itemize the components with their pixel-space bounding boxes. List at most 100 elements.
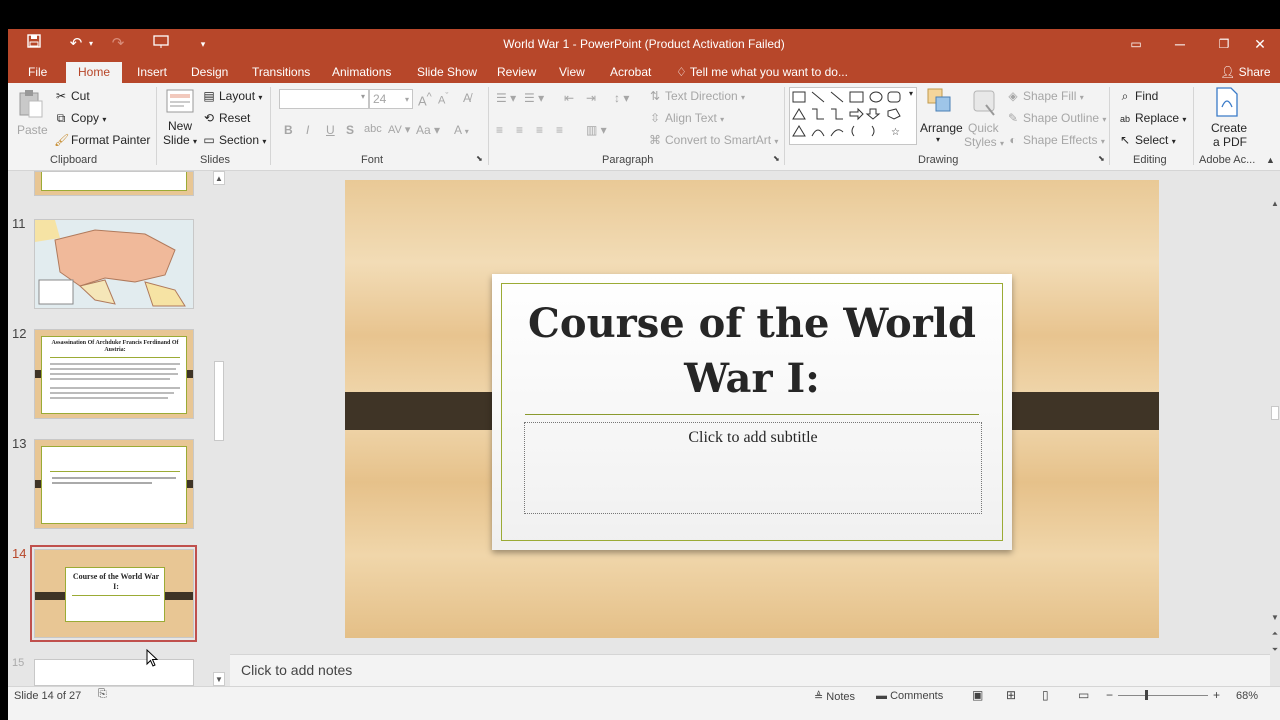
slide-title[interactable]: Course of the World War I:	[502, 296, 1002, 406]
strikethrough-icon[interactable]: abc	[364, 123, 382, 135]
tab-view[interactable]: View	[557, 62, 587, 83]
tab-insert[interactable]: Insert	[135, 62, 169, 83]
justify-icon[interactable]: ≡	[556, 123, 563, 137]
font-color-icon[interactable]: A ▾	[454, 123, 469, 137]
align-right-icon[interactable]: ≡	[536, 123, 543, 137]
format-painter-button[interactable]: 🖌︎ Format Painter	[54, 133, 150, 147]
find-button[interactable]: ⌕ Find	[1118, 89, 1159, 104]
align-center-icon[interactable]: ≡	[516, 123, 523, 137]
zoom-slider[interactable]	[1118, 695, 1208, 696]
columns-icon[interactable]: ▥ ▾	[586, 123, 607, 137]
scroll-thumb[interactable]	[1271, 406, 1279, 420]
scroll-down-icon[interactable]: ▼	[213, 672, 225, 686]
comments-toggle-button[interactable]: ▬ Comments	[876, 690, 943, 702]
slide-sorter-icon[interactable]: ⊞	[1006, 688, 1016, 702]
collapse-ribbon-icon[interactable]: ▲	[1266, 155, 1275, 165]
shapes-gallery[interactable]: ☆	[789, 87, 917, 145]
slide-thumbnail[interactable]	[34, 659, 194, 686]
tab-animations[interactable]: Animations	[330, 62, 393, 83]
paragraph-dialog-launcher-icon[interactable]: ⬊	[773, 154, 780, 163]
notes-toggle-button[interactable]: ≜ Notes	[814, 690, 855, 703]
increase-font-icon[interactable]: A^	[418, 91, 432, 108]
section-button[interactable]: ▭ Section ▾	[202, 133, 266, 147]
underline-icon[interactable]: U	[326, 123, 335, 137]
notes-pane[interactable]: Click to add notes	[230, 654, 1270, 686]
group-divider	[270, 87, 271, 165]
new-slide-button[interactable]	[166, 87, 194, 118]
convert-smartart-button[interactable]: ⌘ Convert to SmartArt ▾	[648, 133, 778, 147]
arrange-button[interactable]	[926, 87, 954, 118]
create-pdf-button[interactable]	[1214, 87, 1240, 120]
paste-button[interactable]	[18, 89, 44, 122]
tab-home[interactable]: Home	[66, 62, 123, 83]
quick-styles-button[interactable]	[970, 87, 998, 120]
clear-formatting-icon[interactable]: A̸	[463, 91, 471, 105]
current-slide[interactable]: Course of the World War I: Click to add …	[345, 180, 1159, 638]
zoom-level[interactable]: 68%	[1236, 690, 1258, 702]
shape-outline-button[interactable]: ✎ Shape Outline ▾	[1006, 111, 1106, 125]
font-name-box[interactable]: ▾	[279, 89, 369, 109]
maximize-button[interactable]: ❐	[1204, 33, 1244, 55]
shape-effects-button[interactable]: ◐ Shape Effects ▾	[1006, 133, 1104, 147]
align-left-icon[interactable]: ≡	[496, 123, 503, 137]
normal-view-icon[interactable]: ▣	[972, 688, 983, 702]
reading-view-icon[interactable]: ▯	[1042, 688, 1049, 702]
change-case-icon[interactable]: Aa ▾	[416, 123, 440, 137]
tab-acrobat[interactable]: Acrobat	[608, 62, 653, 83]
close-button[interactable]: ✕	[1240, 33, 1280, 55]
spelling-check-icon[interactable]: ⎘	[98, 688, 107, 701]
character-spacing-icon[interactable]: AV ▾	[388, 123, 410, 136]
zoom-in-icon[interactable]: +	[1213, 688, 1220, 702]
decrease-font-icon[interactable]: Aˇ	[438, 91, 448, 107]
subtitle-placeholder[interactable]: Click to add subtitle	[524, 422, 982, 514]
decrease-indent-icon[interactable]: ⇤	[564, 91, 574, 105]
drawing-dialog-launcher-icon[interactable]: ⬊	[1098, 154, 1105, 163]
scroll-down-icon[interactable]: ▼	[1270, 613, 1280, 622]
select-button[interactable]: ↖ Select ▾	[1118, 133, 1176, 147]
slide-editor-scrollbar[interactable]: ▲ ▼ ⏶ ⏷	[1270, 171, 1280, 686]
tab-review[interactable]: Review	[495, 62, 538, 83]
layout-button[interactable]: ▤ Layout ▾	[202, 89, 262, 103]
numbering-icon[interactable]: ☰ ▾	[524, 91, 544, 105]
copy-button[interactable]: ⧉ Copy ▾	[54, 111, 107, 126]
next-slide-icon[interactable]: ⏷	[1270, 645, 1280, 655]
shape-fill-button[interactable]: ◈ Shape Fill ▾	[1006, 89, 1083, 103]
shapes-more-icon[interactable]: ▾	[909, 89, 913, 98]
scroll-up-icon[interactable]: ▲	[1270, 199, 1280, 208]
slide-thumbnail[interactable]	[34, 439, 194, 529]
tell-me-box[interactable]: ♢ Tell me what you want to do...	[674, 62, 850, 83]
tab-file[interactable]: File	[26, 62, 49, 83]
slide-thumbnail-selected[interactable]: Course of the World War I:	[34, 549, 194, 638]
reset-button[interactable]: ⟲ Reset	[202, 111, 250, 125]
ribbon-display-options-icon[interactable]: ▭	[1116, 33, 1156, 55]
align-text-button[interactable]: ⇳ Align Text ▾	[648, 111, 724, 125]
previous-slide-icon[interactable]: ⏶	[1270, 629, 1280, 639]
tab-slide-show[interactable]: Slide Show	[415, 62, 479, 83]
tab-transitions[interactable]: Transitions	[250, 62, 312, 83]
bullets-icon[interactable]: ☰ ▾	[496, 91, 516, 105]
cut-button[interactable]: ✂ Cut	[54, 89, 90, 103]
thumbnails-scrollbar[interactable]: ▲ ▼	[213, 171, 225, 686]
text-direction-button[interactable]: ⇅ Text Direction ▾	[648, 89, 745, 103]
slide-thumbnail[interactable]	[34, 219, 194, 309]
line-spacing-icon[interactable]: ↕ ▾	[614, 91, 629, 105]
share-button[interactable]: 👤︎ Share	[1218, 62, 1273, 83]
shadow-icon[interactable]: S	[346, 123, 354, 137]
zoom-out-icon[interactable]: −	[1106, 688, 1113, 702]
slide-thumbnail[interactable]	[34, 171, 194, 196]
font-size-box[interactable]: 24 ▾	[369, 89, 413, 109]
font-dialog-launcher-icon[interactable]: ⬊	[476, 154, 483, 163]
quick-styles-label-1: Quick	[968, 121, 999, 135]
slideshow-view-icon[interactable]: ▭	[1078, 688, 1089, 702]
minimize-button[interactable]: ─	[1160, 33, 1200, 55]
slide-thumbnail[interactable]: Assassination Of Archduke Francis Ferdin…	[34, 329, 194, 419]
scroll-thumb[interactable]	[214, 361, 224, 441]
arrange-dropdown-icon[interactable]: ▾	[936, 135, 940, 144]
zoom-slider-thumb[interactable]	[1145, 690, 1148, 700]
italic-icon[interactable]: I	[306, 123, 309, 137]
replace-button[interactable]: ab Replace ▾	[1118, 111, 1186, 125]
bold-icon[interactable]: B	[284, 123, 293, 137]
scroll-up-icon[interactable]: ▲	[213, 171, 225, 185]
increase-indent-icon[interactable]: ⇥	[586, 91, 596, 105]
tab-design[interactable]: Design	[189, 62, 230, 83]
